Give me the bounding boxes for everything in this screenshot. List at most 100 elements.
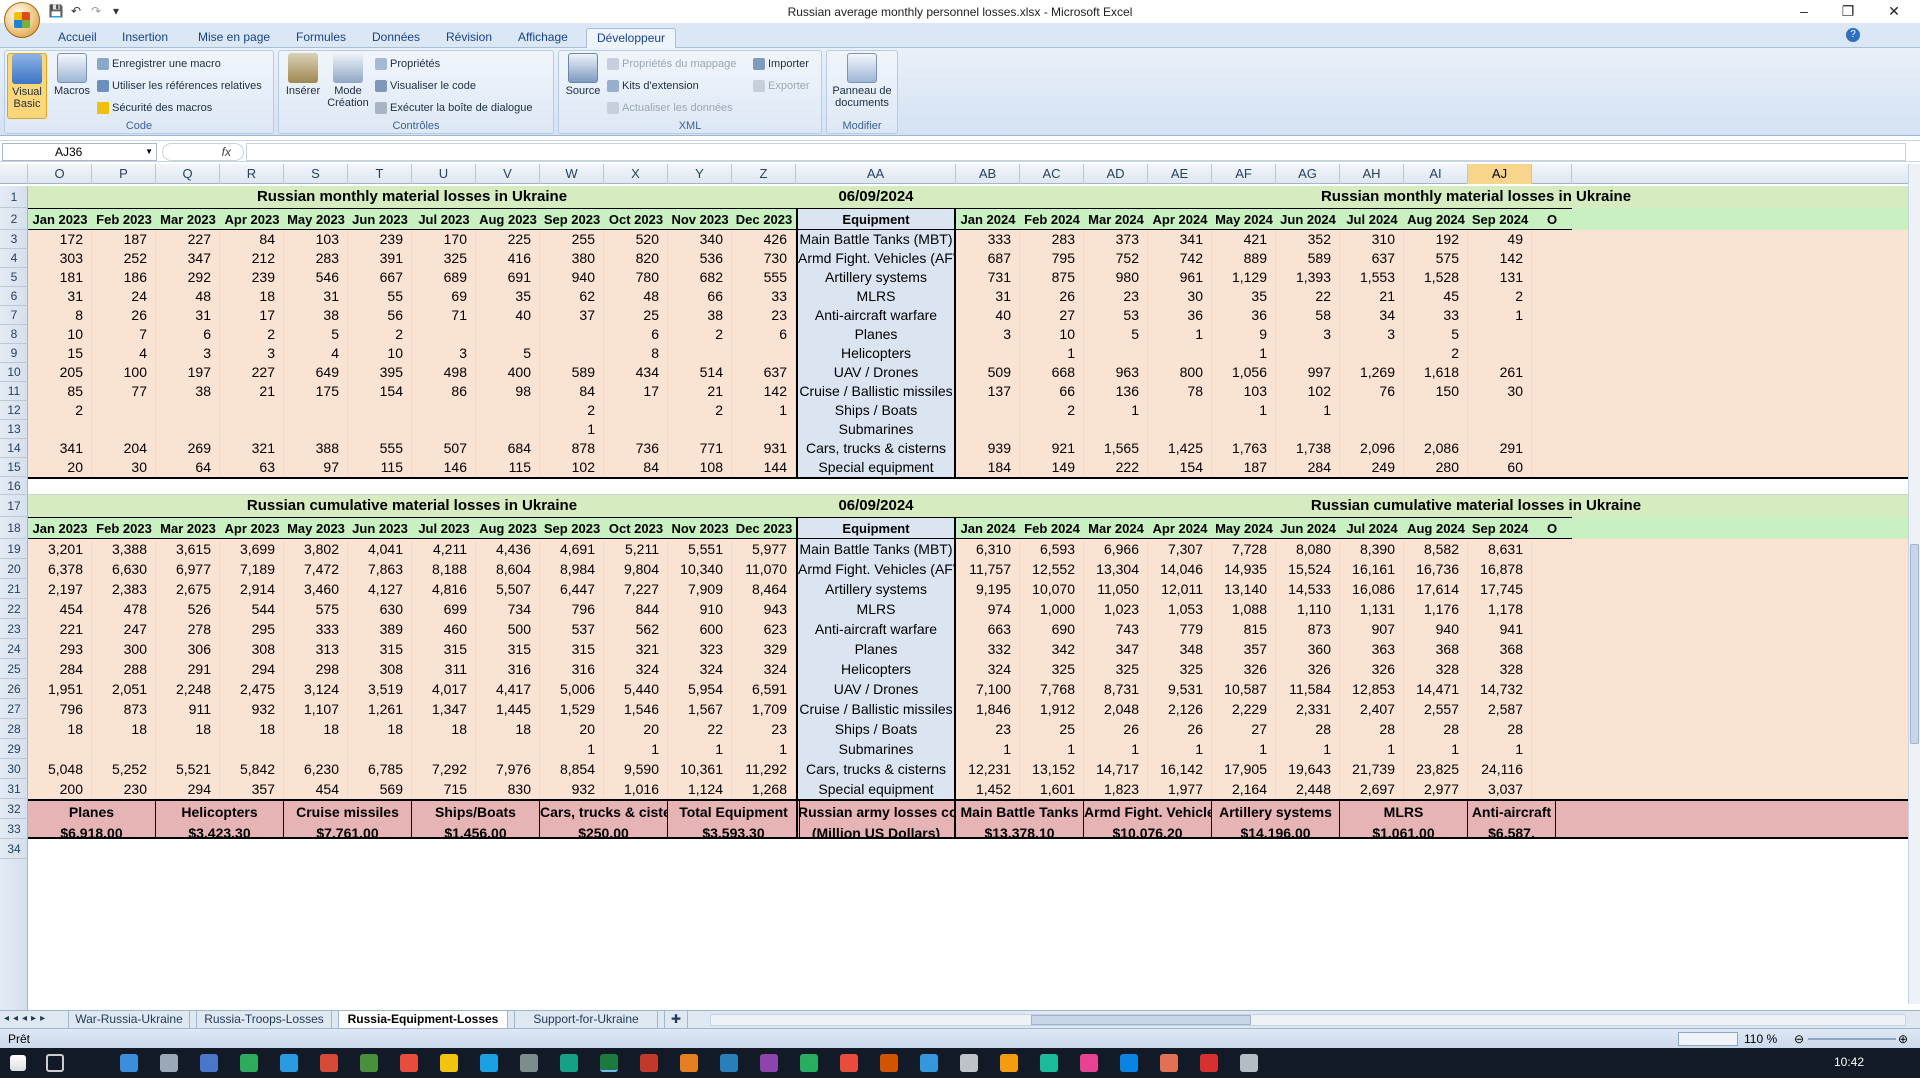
data-cell[interactable]: 342 <box>1020 639 1084 659</box>
column-header[interactable]: V <box>476 164 540 184</box>
data-cell[interactable]: 2,126 <box>1148 699 1212 719</box>
data-cell[interactable]: 324 <box>604 659 668 679</box>
data-cell[interactable] <box>604 401 668 420</box>
data-cell[interactable]: 261 <box>1468 363 1532 382</box>
row-header[interactable]: 26 <box>0 679 28 699</box>
data-cell[interactable] <box>92 739 156 759</box>
data-cell[interactable]: 63 <box>220 458 284 477</box>
data-cell[interactable]: 288 <box>92 659 156 679</box>
data-cell[interactable]: 77 <box>92 382 156 401</box>
data-cell[interactable]: 222 <box>1084 458 1148 477</box>
data-cell[interactable]: 31 <box>28 287 92 306</box>
data-cell[interactable]: 974 <box>956 599 1020 619</box>
data-cell[interactable]: 1 <box>1468 739 1532 759</box>
data-cell[interactable]: 324 <box>732 659 796 679</box>
column-header[interactable]: AE <box>1148 164 1212 184</box>
data-cell[interactable]: 30 <box>1468 382 1532 401</box>
taskbar-app-icon[interactable] <box>1000 1054 1018 1072</box>
data-cell[interactable]: 878 <box>540 439 604 458</box>
column-header[interactable]: Q <box>156 164 220 184</box>
taskbar-app-icon[interactable] <box>240 1054 258 1072</box>
data-cell[interactable]: 400 <box>476 363 540 382</box>
data-cell[interactable]: 33 <box>1404 306 1468 325</box>
data-cell[interactable]: 6,977 <box>156 559 220 579</box>
data-cell[interactable] <box>156 420 220 439</box>
data-cell[interactable] <box>348 739 412 759</box>
data-cell[interactable]: 14,046 <box>1148 559 1212 579</box>
data-cell[interactable]: 239 <box>348 230 412 249</box>
data-cell[interactable]: 357 <box>220 779 284 799</box>
data-cell[interactable]: 6 <box>732 325 796 344</box>
month-header[interactable]: May 2024 <box>1212 517 1276 539</box>
data-cell[interactable]: 329 <box>732 639 796 659</box>
data-cell[interactable]: 779 <box>1148 619 1212 639</box>
data-cell[interactable]: 333 <box>284 619 348 639</box>
data-cell[interactable]: 181 <box>28 268 92 287</box>
data-cell[interactable]: 1 <box>668 739 732 759</box>
section-title[interactable]: Russian cumulative material losses in Uk… <box>1156 495 1796 517</box>
data-cell[interactable]: 2,164 <box>1212 779 1276 799</box>
sheet-tab-war-russia-ukraine[interactable]: War-Russia-Ukraine <box>68 1011 190 1029</box>
column-header[interactable]: AI <box>1404 164 1468 184</box>
data-cell[interactable] <box>1340 344 1404 363</box>
data-cell[interactable]: 6,230 <box>284 759 348 779</box>
data-cell[interactable]: 690 <box>1020 619 1084 639</box>
data-cell[interactable]: 8,390 <box>1340 539 1404 559</box>
data-cell[interactable]: 28 <box>1340 719 1404 739</box>
data-cell[interactable]: 31 <box>956 287 1020 306</box>
data-cell[interactable]: 27 <box>1020 306 1084 325</box>
data-cell[interactable]: 815 <box>1212 619 1276 639</box>
data-cell[interactable]: 7,976 <box>476 759 540 779</box>
data-cell[interactable]: 1 <box>732 739 796 759</box>
data-cell[interactable]: 10,361 <box>668 759 732 779</box>
data-cell[interactable]: 6,447 <box>540 579 604 599</box>
data-cell[interactable]: 1,601 <box>1020 779 1084 799</box>
data-cell[interactable]: 137 <box>956 382 1020 401</box>
data-cell[interactable]: 310 <box>1340 230 1404 249</box>
data-cell[interactable]: 17,745 <box>1468 579 1532 599</box>
data-cell[interactable]: 20 <box>604 719 668 739</box>
data-cell[interactable]: 150 <box>1404 382 1468 401</box>
data-cell[interactable]: 205 <box>28 363 92 382</box>
data-cell[interactable]: 102 <box>540 458 604 477</box>
data-cell[interactable]: 1 <box>956 739 1020 759</box>
data-cell[interactable]: 154 <box>1148 458 1212 477</box>
equipment-label[interactable]: Cars, trucks & cisterns <box>796 439 956 458</box>
data-cell[interactable]: 11,070 <box>732 559 796 579</box>
taskbar-app-icon[interactable] <box>480 1054 498 1072</box>
data-cell[interactable] <box>1468 420 1532 439</box>
data-cell[interactable]: 514 <box>668 363 732 382</box>
taskbar-app-icon[interactable] <box>200 1054 218 1072</box>
data-cell[interactable] <box>732 420 796 439</box>
data-cell[interactable]: 294 <box>220 659 284 679</box>
data-cell[interactable]: 1,056 <box>1212 363 1276 382</box>
data-cell[interactable]: 1,124 <box>668 779 732 799</box>
taskbar-app-icon[interactable] <box>720 1054 738 1072</box>
data-cell[interactable]: 98 <box>476 382 540 401</box>
data-cell[interactable]: 8,582 <box>1404 539 1468 559</box>
data-cell[interactable]: 5,252 <box>92 759 156 779</box>
data-cell[interactable]: 149 <box>1020 458 1084 477</box>
data-cell[interactable]: 324 <box>956 659 1020 679</box>
data-cell[interactable]: 844 <box>604 599 668 619</box>
data-cell[interactable]: 136 <box>1084 382 1148 401</box>
month-header[interactable]: Feb 2024 <box>1020 208 1084 230</box>
tab-insertion[interactable]: Insertion <box>112 28 178 48</box>
data-cell[interactable]: 536 <box>668 249 732 268</box>
data-cell[interactable]: 1,110 <box>1276 599 1340 619</box>
data-cell[interactable]: 3 <box>1276 325 1340 344</box>
data-cell[interactable]: 1,912 <box>1020 699 1084 719</box>
data-cell[interactable]: 3,201 <box>28 539 92 559</box>
equipment-header[interactable]: Equipment <box>796 517 956 539</box>
equipment-label[interactable]: Armd Fight. Vehicles (AFV) <box>796 249 956 268</box>
data-cell[interactable]: 18 <box>348 719 412 739</box>
help-icon[interactable]: ? <box>1846 28 1860 42</box>
taskbar-app-icon[interactable] <box>1120 1054 1138 1072</box>
data-cell[interactable]: 33 <box>732 287 796 306</box>
data-cell[interactable]: 752 <box>1084 249 1148 268</box>
data-cell[interactable]: 980 <box>1084 268 1148 287</box>
month-header[interactable]: Jan 2023 <box>28 208 92 230</box>
data-cell[interactable]: 38 <box>156 382 220 401</box>
data-cell[interactable]: 2,383 <box>92 579 156 599</box>
data-cell[interactable]: 221 <box>28 619 92 639</box>
